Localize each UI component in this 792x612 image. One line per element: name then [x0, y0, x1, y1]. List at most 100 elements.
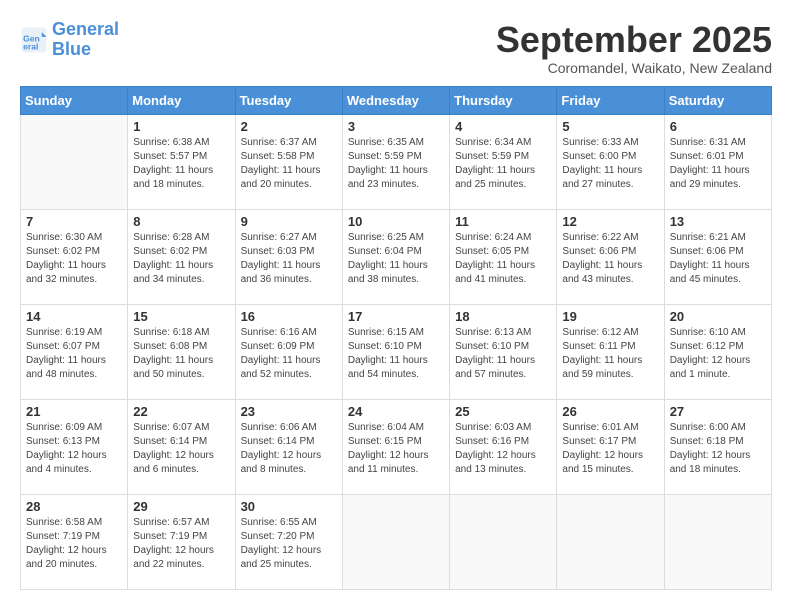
- week-row-2: 14 Sunrise: 6:19 AMSunset: 6:07 PMDayligh…: [21, 304, 772, 399]
- day-number: 22: [133, 404, 229, 419]
- week-row-3: 21 Sunrise: 6:09 AMSunset: 6:13 PMDayligh…: [21, 399, 772, 494]
- calendar-cell: 5 Sunrise: 6:33 AMSunset: 6:00 PMDaylight…: [557, 114, 664, 209]
- week-row-4: 28 Sunrise: 6:58 AMSunset: 7:19 PMDayligh…: [21, 494, 772, 589]
- calendar-cell: 11 Sunrise: 6:24 AMSunset: 6:05 PMDayligh…: [450, 209, 557, 304]
- month-title: September 2025: [496, 20, 772, 60]
- cell-info: Sunrise: 6:21 AMSunset: 6:06 PMDaylight:…: [670, 231, 766, 287]
- day-number: 2: [241, 119, 337, 134]
- calendar-cell: 18 Sunrise: 6:13 AMSunset: 6:10 PMDayligh…: [450, 304, 557, 399]
- cell-info: Sunrise: 6:57 AMSunset: 7:19 PMDaylight:…: [133, 516, 229, 572]
- calendar-cell: 20Sunrise: 6:10 AMSunset: 6:12 PMDayligh…: [664, 304, 771, 399]
- calendar-cell: 15Sunrise: 6:18 AMSunset: 6:08 PMDayligh…: [128, 304, 235, 399]
- calendar-cell: [21, 114, 128, 209]
- day-number: 26: [562, 404, 658, 419]
- cell-info: Sunrise: 6:04 AMSunset: 6:15 PMDaylight:…: [348, 421, 444, 477]
- calendar-cell: 3Sunrise: 6:35 AMSunset: 5:59 PMDaylight…: [342, 114, 449, 209]
- calendar-cell: 12 Sunrise: 6:22 AMSunset: 6:06 PMDayligh…: [557, 209, 664, 304]
- calendar-cell: [664, 494, 771, 589]
- cell-info: Sunrise: 6:15 AMSunset: 6:10 PMDaylight:…: [348, 326, 444, 382]
- cell-info: Sunrise: 6:27 AMSunset: 6:03 PMDaylight:…: [241, 231, 337, 287]
- header-monday: Monday: [128, 86, 235, 114]
- cell-info: Sunrise: 6:13 AMSunset: 6:10 PMDaylight:…: [455, 326, 551, 382]
- day-number: 8: [133, 214, 229, 229]
- cell-info: Sunrise: 6:01 AMSunset: 6:17 PMDaylight:…: [562, 421, 658, 477]
- day-number: 17: [348, 309, 444, 324]
- day-number: 21: [26, 404, 122, 419]
- cell-info: Sunrise: 6:31 AMSunset: 6:01 PMDaylight:…: [670, 136, 766, 192]
- day-number: 13: [670, 214, 766, 229]
- svg-text:eral: eral: [23, 41, 38, 51]
- cell-info: Sunrise: 6:34 AMSunset: 5:59 PMDaylight:…: [455, 136, 551, 192]
- day-number: 23: [241, 404, 337, 419]
- cell-info: Sunrise: 6:18 AMSunset: 6:08 PMDaylight:…: [133, 326, 229, 382]
- day-number: 18: [455, 309, 551, 324]
- location: Coromandel, Waikato, New Zealand: [496, 60, 772, 76]
- cell-info: Sunrise: 6:19 AMSunset: 6:07 PMDaylight:…: [26, 326, 122, 382]
- header-saturday: Saturday: [664, 86, 771, 114]
- calendar-cell: 29 Sunrise: 6:57 AMSunset: 7:19 PMDayligh…: [128, 494, 235, 589]
- cell-info: Sunrise: 6:58 AMSunset: 7:19 PMDaylight:…: [26, 516, 122, 572]
- calendar-cell: 7Sunrise: 6:30 AMSunset: 6:02 PMDaylight…: [21, 209, 128, 304]
- logo-line2: Blue: [52, 39, 91, 59]
- cell-info: Sunrise: 6:30 AMSunset: 6:02 PMDaylight:…: [26, 231, 122, 287]
- calendar-cell: 4 Sunrise: 6:34 AMSunset: 5:59 PMDaylight…: [450, 114, 557, 209]
- cell-info: Sunrise: 6:10 AMSunset: 6:12 PMDaylight:…: [670, 326, 766, 382]
- day-number: 5: [562, 119, 658, 134]
- header-tuesday: Tuesday: [235, 86, 342, 114]
- cell-info: Sunrise: 6:03 AMSunset: 6:16 PMDaylight:…: [455, 421, 551, 477]
- day-number: 3: [348, 119, 444, 134]
- calendar-cell: 8Sunrise: 6:28 AMSunset: 6:02 PMDaylight…: [128, 209, 235, 304]
- day-number: 11: [455, 214, 551, 229]
- day-number: 25: [455, 404, 551, 419]
- calendar-cell: 28 Sunrise: 6:58 AMSunset: 7:19 PMDayligh…: [21, 494, 128, 589]
- cell-info: Sunrise: 6:37 AMSunset: 5:58 PMDaylight:…: [241, 136, 337, 192]
- day-number: 6: [670, 119, 766, 134]
- day-number: 12: [562, 214, 658, 229]
- calendar-cell: [450, 494, 557, 589]
- calendar-cell: 26 Sunrise: 6:01 AMSunset: 6:17 PMDayligh…: [557, 399, 664, 494]
- calendar-cell: 21 Sunrise: 6:09 AMSunset: 6:13 PMDayligh…: [21, 399, 128, 494]
- day-number: 1: [133, 119, 229, 134]
- cell-info: Sunrise: 6:55 AMSunset: 7:20 PMDaylight:…: [241, 516, 337, 572]
- week-row-1: 7Sunrise: 6:30 AMSunset: 6:02 PMDaylight…: [21, 209, 772, 304]
- cell-info: Sunrise: 6:12 AMSunset: 6:11 PMDaylight:…: [562, 326, 658, 382]
- day-number: 14: [26, 309, 122, 324]
- cell-info: Sunrise: 6:38 AMSunset: 5:57 PMDaylight:…: [133, 136, 229, 192]
- calendar-cell: 19 Sunrise: 6:12 AMSunset: 6:11 PMDayligh…: [557, 304, 664, 399]
- cell-info: Sunrise: 6:09 AMSunset: 6:13 PMDaylight:…: [26, 421, 122, 477]
- calendar-cell: 9Sunrise: 6:27 AMSunset: 6:03 PMDaylight…: [235, 209, 342, 304]
- calendar-cell: 16 Sunrise: 6:16 AMSunset: 6:09 PMDayligh…: [235, 304, 342, 399]
- calendar-header-row: SundayMondayTuesdayWednesdayThursdayFrid…: [21, 86, 772, 114]
- day-number: 19: [562, 309, 658, 324]
- calendar-cell: 1 Sunrise: 6:38 AMSunset: 5:57 PMDaylight…: [128, 114, 235, 209]
- calendar-cell: 24Sunrise: 6:04 AMSunset: 6:15 PMDayligh…: [342, 399, 449, 494]
- calendar-cell: 14 Sunrise: 6:19 AMSunset: 6:07 PMDayligh…: [21, 304, 128, 399]
- day-number: 29: [133, 499, 229, 514]
- calendar-cell: 22Sunrise: 6:07 AMSunset: 6:14 PMDayligh…: [128, 399, 235, 494]
- calendar-cell: 17 Sunrise: 6:15 AMSunset: 6:10 PMDayligh…: [342, 304, 449, 399]
- cell-info: Sunrise: 6:24 AMSunset: 6:05 PMDaylight:…: [455, 231, 551, 287]
- cell-info: Sunrise: 6:22 AMSunset: 6:06 PMDaylight:…: [562, 231, 658, 287]
- day-number: 28: [26, 499, 122, 514]
- header: Gen eral General Blue September 2025 Cor…: [20, 20, 772, 76]
- calendar-cell: 10Sunrise: 6:25 AMSunset: 6:04 PMDayligh…: [342, 209, 449, 304]
- calendar-cell: 6 Sunrise: 6:31 AMSunset: 6:01 PMDaylight…: [664, 114, 771, 209]
- cell-info: Sunrise: 6:33 AMSunset: 6:00 PMDaylight:…: [562, 136, 658, 192]
- day-number: 16: [241, 309, 337, 324]
- calendar-cell: 30 Sunrise: 6:55 AMSunset: 7:20 PMDayligh…: [235, 494, 342, 589]
- logo-text: General Blue: [52, 20, 119, 60]
- cell-info: Sunrise: 6:00 AMSunset: 6:18 PMDaylight:…: [670, 421, 766, 477]
- day-number: 30: [241, 499, 337, 514]
- calendar-cell: 25 Sunrise: 6:03 AMSunset: 6:16 PMDayligh…: [450, 399, 557, 494]
- calendar-table: SundayMondayTuesdayWednesdayThursdayFrid…: [20, 86, 772, 590]
- day-number: 4: [455, 119, 551, 134]
- cell-info: Sunrise: 6:16 AMSunset: 6:09 PMDaylight:…: [241, 326, 337, 382]
- day-number: 10: [348, 214, 444, 229]
- header-sunday: Sunday: [21, 86, 128, 114]
- logo-icon: Gen eral: [20, 26, 48, 54]
- calendar-cell: 27 Sunrise: 6:00 AMSunset: 6:18 PMDayligh…: [664, 399, 771, 494]
- day-number: 27: [670, 404, 766, 419]
- cell-info: Sunrise: 6:06 AMSunset: 6:14 PMDaylight:…: [241, 421, 337, 477]
- calendar-cell: 23 Sunrise: 6:06 AMSunset: 6:14 PMDayligh…: [235, 399, 342, 494]
- calendar-cell: [557, 494, 664, 589]
